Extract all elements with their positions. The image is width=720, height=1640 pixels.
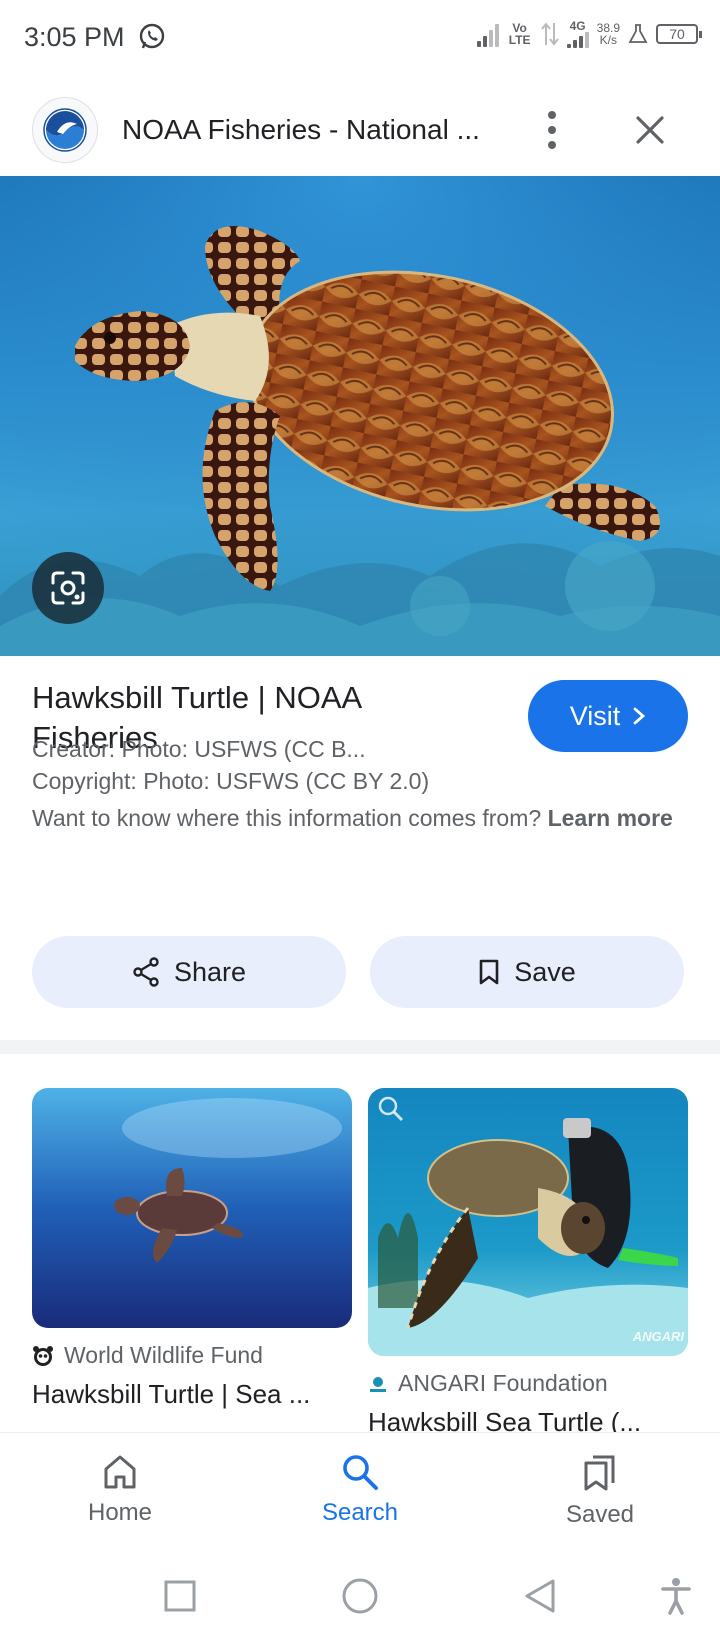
more-options-button[interactable]	[536, 106, 568, 154]
noaa-logo-icon	[32, 97, 98, 163]
related-image[interactable]: ANGARI	[368, 1088, 688, 1356]
volte-label: Vo LTE	[508, 21, 531, 47]
visit-label: Visit	[569, 700, 621, 731]
related-result-card[interactable]: ANGARI ANGARI Foundation Hawksbill Sea T…	[368, 1088, 688, 1438]
related-source: World Wildlife Fund	[32, 1342, 352, 1369]
status-time: 3:05 PM	[24, 21, 125, 52]
turtle-photo	[0, 176, 720, 656]
info-source-text: Want to know where this information come…	[32, 802, 692, 835]
turtle-diver-photo	[368, 1088, 688, 1356]
visit-button[interactable]: Visit	[528, 680, 688, 752]
back-button[interactable]	[516, 1572, 564, 1620]
save-button[interactable]: Save	[370, 936, 684, 1008]
status-indicators: Vo LTE 4G 38.9 K/s 70	[476, 19, 702, 48]
bookmark-icon	[479, 959, 499, 985]
lens-button[interactable]	[32, 552, 104, 624]
share-icon	[133, 957, 159, 987]
nav-home-label: Home	[87, 1499, 153, 1526]
saved-collections-icon	[584, 1455, 615, 1491]
related-source-name: ANGARI Foundation	[398, 1370, 608, 1396]
signal-icon-2	[566, 32, 589, 48]
related-result-card[interactable]: World Wildlife Fund Hawksbill Turtle | S…	[32, 1088, 352, 1410]
chevron-right-icon	[633, 707, 646, 725]
bottom-navigation: Home Search Saved	[0, 1432, 720, 1552]
related-title[interactable]: Hawksbill Turtle | Sea ...	[32, 1379, 352, 1410]
page-header: NOAA Fisheries - National ...	[0, 84, 720, 176]
home-icon	[104, 1455, 136, 1489]
share-label: Share	[173, 956, 247, 987]
google-lens-icon	[51, 571, 85, 605]
related-source: ANGARI Foundation	[368, 1370, 688, 1397]
nav-saved[interactable]: Saved	[520, 1453, 680, 1529]
network-type-label: 4G	[569, 19, 586, 33]
angari-logo-icon	[370, 1376, 386, 1392]
creator-text: Creator: Photo: USFWS (CC B...	[32, 736, 366, 762]
square-recents-icon	[164, 1580, 196, 1612]
data-transfer-icon	[540, 22, 559, 46]
system-navigation-bar	[0, 1552, 720, 1640]
related-source-name: World Wildlife Fund	[64, 1342, 263, 1368]
copyright-text: Copyright: Photo: USFWS (CC BY 2.0)	[32, 768, 430, 794]
whatsapp-icon	[139, 23, 164, 49]
triangle-back-icon	[525, 1579, 555, 1613]
signal-icon	[476, 21, 499, 47]
flask-icon	[628, 24, 648, 43]
share-button[interactable]: Share	[32, 936, 346, 1008]
section-divider	[0, 1040, 720, 1054]
site-title: NOAA Fisheries - National ...	[122, 114, 480, 145]
search-icon	[343, 1455, 378, 1490]
accessibility-icon	[661, 1578, 691, 1615]
nav-saved-label: Saved	[565, 1501, 635, 1528]
hero-image[interactable]	[0, 176, 720, 656]
home-system-button[interactable]	[336, 1572, 384, 1620]
close-button[interactable]	[628, 106, 672, 154]
recents-button[interactable]	[156, 1572, 204, 1620]
accessibility-button[interactable]	[652, 1572, 700, 1620]
circle-home-icon	[342, 1578, 378, 1614]
related-image[interactable]	[32, 1088, 352, 1328]
info-source-prefix: Want to know where this information come…	[32, 805, 542, 831]
nav-home[interactable]: Home	[40, 1453, 200, 1527]
status-bar: 3:05 PM Vo LTE 4G 38.9 K/s 70	[0, 0, 720, 74]
wwf-panda-icon	[33, 1345, 53, 1366]
search-icon	[378, 1096, 404, 1122]
close-icon	[636, 116, 664, 144]
battery-icon: 70	[656, 24, 702, 44]
net-speed-unit: K/s	[599, 33, 617, 47]
image-watermark: ANGARI	[632, 1329, 684, 1344]
learn-more-link[interactable]: Learn more	[548, 805, 673, 831]
nav-search[interactable]: Search	[280, 1453, 440, 1527]
save-label: Save	[514, 956, 576, 987]
nav-search-label: Search	[321, 1499, 399, 1526]
turtle-photo-2	[32, 1088, 352, 1328]
